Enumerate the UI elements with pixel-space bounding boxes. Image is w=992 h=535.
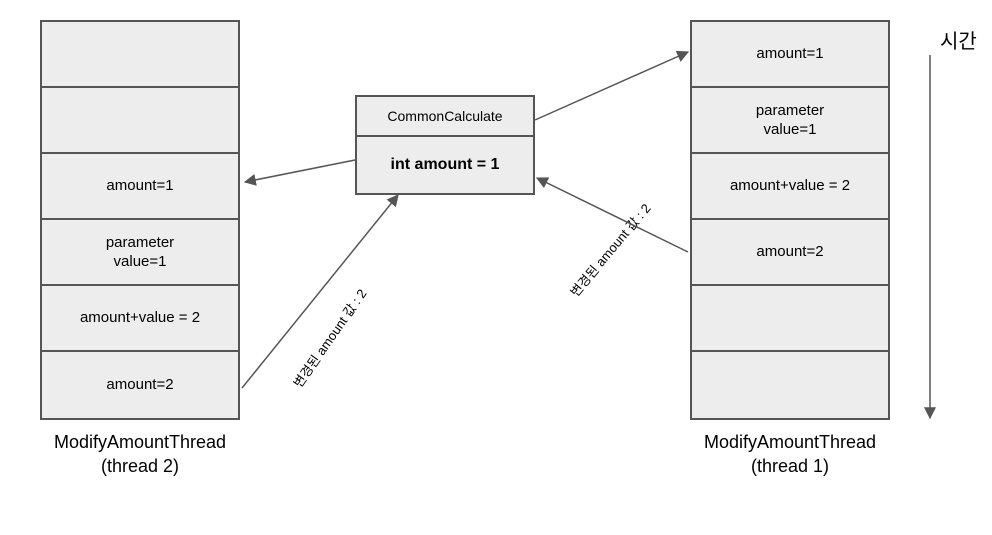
thread2-row-1 bbox=[42, 88, 238, 154]
cell-text: amount=2 bbox=[756, 242, 823, 262]
cell-text: amount=1 bbox=[106, 176, 173, 196]
thread2-row-5: amount=2 bbox=[42, 352, 238, 418]
thread2-caption: ModifyAmountThread(thread 2) bbox=[40, 430, 240, 479]
time-axis-label: 시간 bbox=[940, 25, 977, 54]
thread1-row-1: parametervalue=1 bbox=[692, 88, 888, 154]
common-calculate-title: CommonCalculate bbox=[357, 97, 533, 137]
cell-text: amount+value = 2 bbox=[80, 308, 200, 328]
thread2-row-2: amount=1 bbox=[42, 154, 238, 220]
thread1-row-2: amount+value = 2 bbox=[692, 154, 888, 220]
cell-text: amount+value = 2 bbox=[730, 176, 850, 196]
cell-text: amount=2 bbox=[106, 375, 173, 395]
thread1-row-0: amount=1 bbox=[692, 22, 888, 88]
cell-text: parametervalue=1 bbox=[106, 233, 174, 272]
thread1-caption: ModifyAmountThread(thread 1) bbox=[690, 430, 890, 479]
thread1-row-5 bbox=[692, 352, 888, 418]
thread1-row-3: amount=2 bbox=[692, 220, 888, 286]
thread2-row-3: parametervalue=1 bbox=[42, 220, 238, 286]
thread2-row-4: amount+value = 2 bbox=[42, 286, 238, 352]
left-arrow-label: 변경된 amount 값 : 2 bbox=[288, 285, 370, 391]
cell-text: parametervalue=1 bbox=[756, 101, 824, 140]
right-arrow-label: 변경된 amount 값 : 2 bbox=[565, 199, 654, 300]
common-calculate-box: CommonCalculate int amount = 1 bbox=[355, 95, 535, 195]
cell-text: amount=1 bbox=[756, 44, 823, 64]
thread1-column: amount=1 parametervalue=1 amount+value =… bbox=[690, 20, 890, 420]
thread1-row-4 bbox=[692, 286, 888, 352]
thread2-row-0 bbox=[42, 22, 238, 88]
common-calculate-body: int amount = 1 bbox=[357, 137, 533, 193]
thread2-column: amount=1 parametervalue=1 amount+value =… bbox=[40, 20, 240, 420]
